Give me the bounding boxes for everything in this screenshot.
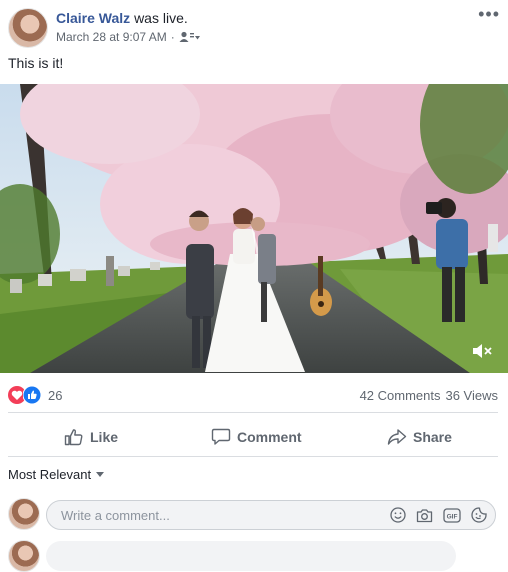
- sort-label: Most Relevant: [8, 467, 92, 482]
- more-options-icon[interactable]: •••: [478, 4, 500, 25]
- author-name-link[interactable]: Claire Walz: [56, 10, 130, 26]
- like-label: Like: [90, 429, 119, 445]
- friends-audience-icon[interactable]: [179, 31, 201, 43]
- share-arrow-icon: [387, 428, 407, 446]
- thumbs-up-icon: [64, 428, 84, 446]
- divider: [8, 412, 498, 413]
- comments-count-link[interactable]: 42 Comments: [360, 388, 441, 403]
- comment-label: Comment: [237, 429, 302, 445]
- divider: [8, 456, 498, 457]
- next-comment-bubble: [46, 541, 456, 571]
- comment-input[interactable]: [59, 506, 390, 524]
- gif-icon[interactable]: GIF: [443, 507, 461, 523]
- live-video[interactable]: [0, 84, 508, 373]
- reaction-icons[interactable]: [8, 386, 41, 404]
- engagement-counts: 42 Comments 36 Views: [360, 388, 498, 403]
- commenter-avatar[interactable]: [8, 540, 40, 572]
- volume-muted-icon[interactable]: [472, 343, 492, 359]
- comment-composer[interactable]: GIF: [46, 500, 496, 530]
- emoji-icon[interactable]: [390, 507, 406, 523]
- post-meta: March 28 at 9:07 AM ·: [56, 30, 201, 44]
- composer-icons: GIF: [390, 507, 487, 523]
- video-frame: [0, 84, 508, 373]
- meta-separator: ·: [170, 30, 175, 44]
- share-button[interactable]: Share: [387, 424, 452, 450]
- reaction-count[interactable]: 26: [48, 388, 62, 403]
- post-text: This is it!: [8, 55, 64, 71]
- camera-icon[interactable]: [416, 508, 433, 523]
- views-count: 36 Views: [445, 388, 498, 403]
- svg-text:GIF: GIF: [447, 513, 458, 520]
- comment-button[interactable]: Comment: [211, 424, 302, 450]
- viewer-avatar: [8, 498, 40, 530]
- author-avatar[interactable]: [8, 8, 48, 48]
- sticker-icon[interactable]: [471, 507, 487, 523]
- comment-sort-dropdown[interactable]: Most Relevant: [8, 467, 105, 482]
- post-action-text: was live.: [134, 10, 188, 26]
- like-reaction-icon: [23, 386, 41, 404]
- caret-down-icon: [96, 472, 105, 477]
- like-button[interactable]: Like: [64, 424, 118, 450]
- share-label: Share: [413, 429, 452, 445]
- post-timestamp[interactable]: March 28 at 9:07 AM: [56, 30, 167, 44]
- post-author-line: Claire Walz was live.: [56, 10, 188, 26]
- speech-bubble-icon: [211, 428, 231, 446]
